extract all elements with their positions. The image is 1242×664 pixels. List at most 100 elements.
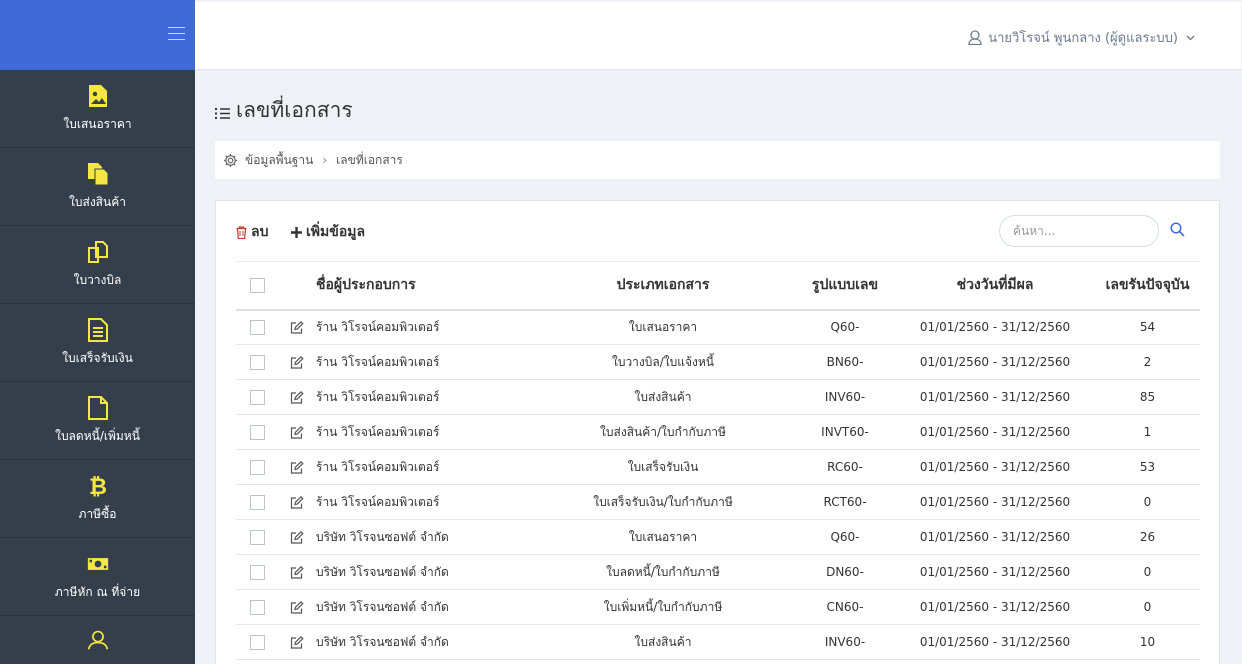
edit-icon[interactable]: [290, 635, 304, 649]
edit-icon[interactable]: [290, 355, 304, 369]
sidebar-item-label: ภาษีซื้อ: [78, 506, 117, 521]
user-menu[interactable]: นายวิโรจน์ พูนกลาง (ผู้ดูแลระบบ): [968, 27, 1201, 48]
row-checkbox[interactable]: [249, 319, 265, 335]
edit-icon[interactable]: [290, 530, 304, 544]
cell-period: 01/01/2560 - 31/12/2560: [895, 309, 1095, 345]
cell-period: 01/01/2560 - 31/12/2560: [895, 624, 1095, 660]
row-edit-cell: [278, 344, 316, 380]
sidebar-item-label: ใบลดหนี้/เพิ่มหนี้: [55, 428, 140, 443]
row-checkbox[interactable]: [249, 494, 265, 510]
sidebar-item-delivery[interactable]: ใบส่งสินค้า: [0, 148, 195, 226]
cell-current-number: 54: [1095, 309, 1200, 345]
column-header-company[interactable]: ชื่อผู้ประกอบการ: [316, 261, 531, 311]
cell-doc-type: ใบเสนอราคา: [531, 309, 795, 345]
sidebar-item-billing[interactable]: ใบวางบิล: [0, 226, 195, 304]
table-header-row: ชื่อผู้ประกอบการ ประเภทเอกสาร รูปแบบเลข …: [236, 261, 1200, 311]
sidebar-item-credit-debit[interactable]: ใบลดหนี้/เพิ่มหนี้: [0, 382, 195, 460]
sidebar-item-quotation[interactable]: ใบเสนอราคา: [0, 70, 195, 148]
row-checkbox[interactable]: [249, 634, 265, 650]
cell-company: ร้าน วิโรจน์คอมพิวเตอร์: [316, 414, 531, 450]
column-header-current-number[interactable]: เลขรันปัจจุบัน: [1095, 261, 1200, 311]
row-select-cell: [236, 344, 278, 380]
edit-icon[interactable]: [290, 600, 304, 614]
cell-format: CN60-: [795, 589, 895, 625]
data-card: ลบ เพิ่มข้อมูล ชื่อผู้ประกอบการ ประเภทเอ…: [215, 200, 1220, 664]
cell-period: 01/01/2560 - 31/12/2560: [895, 554, 1095, 590]
search-input[interactable]: [999, 215, 1159, 247]
sidebar-item-purchase-tax[interactable]: ₿ ภาษีซื้อ: [0, 460, 195, 538]
sidebar-item-users[interactable]: [0, 616, 195, 664]
row-checkbox[interactable]: [249, 564, 265, 580]
row-checkbox[interactable]: [249, 459, 265, 475]
edit-icon[interactable]: [290, 425, 304, 439]
cell-doc-type: ใบเสร็จรับเงิน/ใบกำกับภาษี: [531, 484, 795, 520]
edit-icon[interactable]: [290, 390, 304, 404]
cell-company: ร้าน วิโรจน์คอมพิวเตอร์: [316, 449, 531, 485]
trash-icon: [236, 225, 247, 239]
row-edit-cell: [278, 589, 316, 625]
row-checkbox[interactable]: [249, 424, 265, 440]
blank-file-icon: [87, 395, 108, 420]
table-row[interactable]: บริษัท วิโรจนซอฟต์ จำกัด ใบลดหนี้/ใบกำกับ…: [236, 554, 1200, 590]
plus-icon: [291, 226, 302, 238]
cell-company: ร้าน วิโรจน์คอมพิวเตอร์: [316, 344, 531, 380]
table-row[interactable]: ร้าน วิโรจน์คอมพิวเตอร์ ใบส่งสินค้า/ใบกำก…: [236, 414, 1200, 450]
row-edit-cell: [278, 449, 316, 485]
table-row[interactable]: บริษัท วิโรจนซอฟต์ จำกัด ใบเสนอราคา Q60- 01…: [236, 519, 1200, 555]
column-header-period[interactable]: ช่วงวันที่มีผล: [895, 261, 1095, 311]
gear-icon: [223, 153, 238, 167]
document-number-table: ชื่อผู้ประกอบการ ประเภทเอกสาร รูปแบบเลข …: [236, 261, 1200, 660]
select-all-cell: [236, 261, 278, 311]
table-row[interactable]: ร้าน วิโรจน์คอมพิวเตอร์ ใบเสร็จรับเงิน/ใบ…: [236, 484, 1200, 520]
table-row[interactable]: ร้าน วิโรจน์คอมพิวเตอร์ ใบวางบิล/ใบแจ้งหน…: [236, 344, 1200, 380]
cell-format: Q60-: [795, 519, 895, 555]
table-row[interactable]: บริษัท วิโรจนซอฟต์ จำกัด ใบเพิ่มหนี้/ใบกำ…: [236, 589, 1200, 625]
cell-current-number: 0: [1095, 589, 1200, 625]
sidebar-item-withholding-tax[interactable]: ภาษีหัก ณ ที่จ่าย: [0, 538, 195, 616]
cell-current-number: 53: [1095, 449, 1200, 485]
page-title-text: เลขที่เอกสาร: [236, 98, 353, 122]
cell-company: บริษัท วิโรจนซอฟต์ จำกัด: [316, 624, 531, 660]
table-row[interactable]: ร้าน วิโรจน์คอมพิวเตอร์ ใบเสร็จรับเงิน RC6…: [236, 449, 1200, 485]
row-edit-cell: [278, 519, 316, 555]
add-data-button[interactable]: เพิ่มข้อมูล: [291, 221, 365, 243]
breadcrumb-parent[interactable]: ข้อมูลพื้นฐาน: [245, 151, 313, 170]
column-header-format[interactable]: รูปแบบเลข: [795, 261, 895, 311]
edit-icon[interactable]: [290, 321, 304, 334]
copy-files-icon: [87, 162, 108, 185]
table-row[interactable]: บริษัท วิโรจนซอฟต์ จำกัด ใบส่งสินค้า INV60…: [236, 624, 1200, 660]
row-checkbox[interactable]: [249, 529, 265, 545]
row-checkbox[interactable]: [249, 389, 265, 405]
row-checkbox[interactable]: [249, 599, 265, 615]
edit-icon[interactable]: [290, 565, 304, 579]
cell-company: ร้าน วิโรจน์คอมพิวเตอร์: [316, 309, 531, 345]
table-row[interactable]: ร้าน วิโรจน์คอมพิวเตอร์ ใบส่งสินค้า INV60-…: [236, 379, 1200, 415]
cell-period: 01/01/2560 - 31/12/2560: [895, 414, 1095, 450]
delete-button[interactable]: ลบ: [236, 221, 268, 243]
edit-icon[interactable]: [290, 460, 304, 474]
row-edit-cell: [278, 484, 316, 520]
cell-format: DN60-: [795, 554, 895, 590]
edit-header-cell: [278, 261, 316, 311]
cell-format: INVT60-: [795, 414, 895, 450]
user-name: นายวิโรจน์ พูนกลาง (ผู้ดูแลระบบ): [988, 31, 1178, 46]
edit-icon[interactable]: [290, 495, 304, 509]
row-select-cell: [236, 379, 278, 415]
table-row[interactable]: ร้าน วิโรจน์คอมพิวเตอร์ ใบเสนอราคา Q60- 01/…: [236, 309, 1200, 345]
hamburger-menu-icon[interactable]: [168, 27, 185, 41]
money-bill-icon: [87, 557, 108, 570]
sidebar-item-label: ใบเสร็จรับเงิน: [62, 350, 133, 365]
row-select-cell: [236, 449, 278, 485]
row-edit-cell: [278, 624, 316, 660]
top-header: นายวิโรจน์ พูนกลาง (ผู้ดูแลระบบ): [195, 2, 1241, 70]
row-checkbox[interactable]: [249, 354, 265, 370]
file-text-icon: [87, 317, 108, 342]
cell-doc-type: ใบเพิ่มหนี้/ใบกำกับภาษี: [531, 589, 795, 625]
sidebar-header: [0, 0, 195, 70]
sidebar-item-receipt[interactable]: ใบเสร็จรับเงิน: [0, 304, 195, 382]
delete-label: ลบ: [251, 224, 269, 240]
select-all-checkbox[interactable]: [249, 277, 265, 293]
column-header-doc-type[interactable]: ประเภทเอกสาร: [531, 261, 795, 311]
image-file-icon: [88, 84, 107, 107]
search-icon[interactable]: [1170, 222, 1185, 237]
